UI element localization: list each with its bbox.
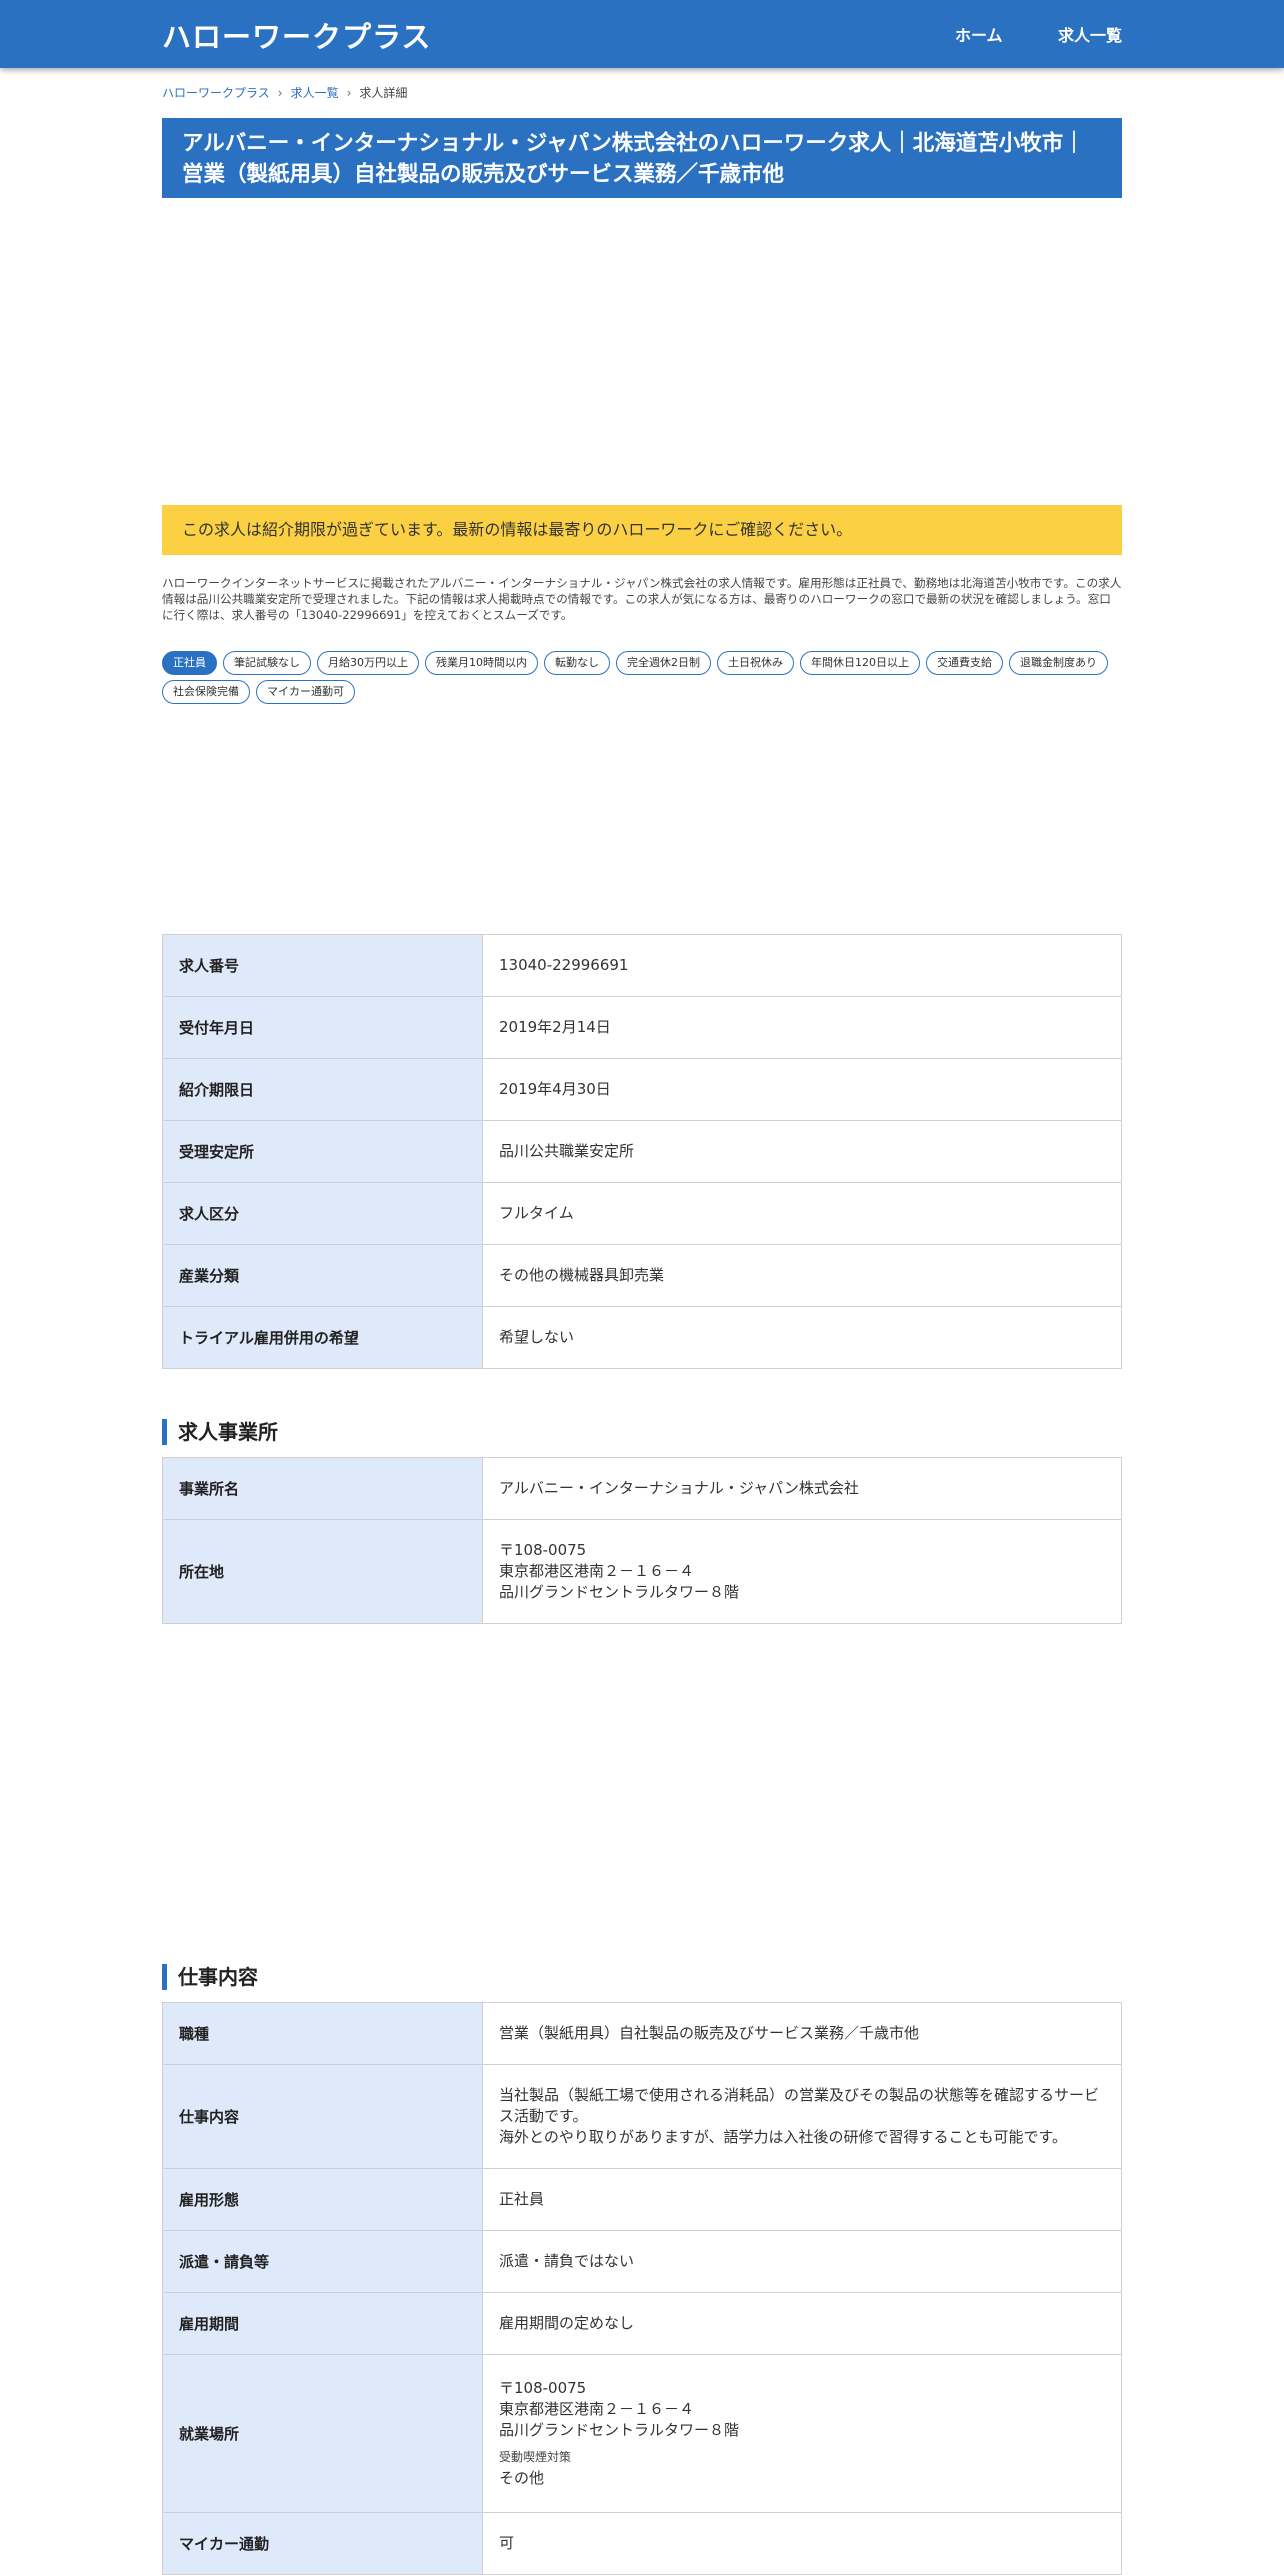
table-row: トライアル雇用併用の希望 希望しない <box>162 1306 1122 1369</box>
row-value: 品川公共職業安定所 <box>482 1120 1122 1183</box>
row-value: 2019年4月30日 <box>482 1058 1122 1121</box>
table-row: 就業場所 〒108-0075 東京都港区港南２－１６－４ 品川グランドセントラルタワー… <box>162 2354 1122 2513</box>
row-label: 受理安定所 <box>162 1120 483 1183</box>
row-label: 求人区分 <box>162 1182 483 1245</box>
job-info-table: 職種 営業（製紙用具）自社製品の販売及びサービス業務／千歳市他 仕事内容 当社製品（… <box>162 2002 1122 2575</box>
smoking-label: 受動喫煙対策 <box>499 2450 572 2464</box>
expired-notice: この求人は紹介期限が過ぎています。最新の情報は最寄りのハローワークにご確認くださ… <box>162 505 1122 555</box>
table-row: 事業所名 アルバニー・インターナショナル・ジャパン株式会社 <box>162 1457 1122 1520</box>
smoking-value: その他 <box>499 2469 545 2487</box>
office-info-table: 事業所名 アルバニー・インターナショナル・ジャパン株式会社 所在地 〒108-007… <box>162 1457 1122 1624</box>
tag-item[interactable]: 正社員 <box>162 651 217 675</box>
car-commute: 可 <box>482 2512 1122 2575</box>
section-heading-office: 求人事業所 <box>162 1419 278 1445</box>
job-description-summary: ハローワークインターネットサービスに掲載されたアルバニー・インターナショナル・ジ… <box>162 576 1122 622</box>
tag-item[interactable]: 月給30万円以上 <box>317 651 419 675</box>
row-value: 希望しない <box>482 1306 1122 1369</box>
row-label: 受付年月日 <box>162 996 483 1059</box>
page-title: アルバニー・インターナショナル・ジャパン株式会社のハローワーク求人｜北海道苫小牧… <box>162 118 1122 198</box>
row-value: フルタイム <box>482 1182 1122 1245</box>
row-label: 派遣・請負等 <box>162 2230 483 2293</box>
chevron-right-icon: › <box>277 85 283 100</box>
tag-item[interactable]: 年間休日120日以上 <box>800 651 920 675</box>
row-label: トライアル雇用併用の希望 <box>162 1306 483 1369</box>
chevron-right-icon: › <box>346 85 352 100</box>
row-label: 就業場所 <box>162 2354 483 2513</box>
table-row: マイカー通勤可 <box>162 2512 1122 2575</box>
row-label: 雇用形態 <box>162 2168 483 2231</box>
table-row: 受付年月日 2019年2月14日 <box>162 996 1122 1059</box>
row-label: 産業分類 <box>162 1244 483 1307</box>
row-label: 仕事内容 <box>162 2064 483 2169</box>
row-value: 13040-22996691 <box>482 934 1122 997</box>
table-row: 雇用形態 正社員 <box>162 2168 1122 2231</box>
table-row: 紹介期限日 2019年4月30日 <box>162 1058 1122 1121</box>
office-name: アルバニー・インターナショナル・ジャパン株式会社 <box>482 1457 1122 1520</box>
work-location: 〒108-0075 東京都港区港南２－１６－４ 品川グランドセントラルタワー８階 受動… <box>482 2354 1122 2513</box>
row-label: 雇用期間 <box>162 2292 483 2355</box>
tag-item[interactable]: 残業月10時間以内 <box>425 651 538 675</box>
table-row: 雇用期間 雇用期間の定めなし <box>162 2292 1122 2355</box>
row-value: その他の機械器具卸売業 <box>482 1244 1122 1307</box>
table-row: 派遣・請負等 派遣・請負ではない <box>162 2230 1122 2293</box>
tag-item[interactable]: 転勤なし <box>544 651 610 675</box>
breadcrumb-current: 求人詳細 <box>359 86 408 100</box>
site-logo[interactable]: ハローワークプラス <box>162 14 431 56</box>
row-label: 所在地 <box>162 1519 483 1624</box>
tag-item[interactable]: 土日祝休み <box>717 651 794 675</box>
table-row: 求人番号 13040-22996691 <box>162 934 1122 997</box>
tag-item[interactable]: 筆記試験なし <box>223 651 311 675</box>
site-header: ハローワークプラス ホーム 求人一覧 <box>0 0 1284 68</box>
row-label: 紹介期限日 <box>162 1058 483 1121</box>
dispatch-status: 派遣・請負ではない <box>482 2230 1122 2293</box>
tag-item[interactable]: 退職金制度あり <box>1009 651 1108 675</box>
job-type: 営業（製紙用具）自社製品の販売及びサービス業務／千歳市他 <box>482 2002 1122 2065</box>
row-label: 求人番号 <box>162 934 483 997</box>
employment-period: 雇用期間の定めなし <box>482 2292 1122 2355</box>
table-row: 仕事内容 当社製品（製紙工場で使用される消耗品）の営業及びその製品の状態等を確認す… <box>162 2064 1122 2169</box>
feature-tags: 正社員 筆記試験なし 月給30万円以上 残業月10時間以内 転勤なし 完全週休2日制 土日祝… <box>162 651 1122 709</box>
tag-item[interactable]: マイカー通勤可 <box>256 680 355 704</box>
table-row: 職種 営業（製紙用具）自社製品の販売及びサービス業務／千歳市他 <box>162 2002 1122 2065</box>
row-label: マイカー通勤 <box>162 2512 483 2575</box>
row-label: 職種 <box>162 2002 483 2065</box>
row-value: 2019年2月14日 <box>482 996 1122 1059</box>
row-label: 事業所名 <box>162 1457 483 1520</box>
office-address: 〒108-0075 東京都港区港南２－１６－４ 品川グランドセントラルタワー８階 <box>482 1519 1122 1624</box>
table-row: 所在地 〒108-0075 東京都港区港南２－１６－４ 品川グランドセントラルタワー８… <box>162 1519 1122 1624</box>
employment-type: 正社員 <box>482 2168 1122 2231</box>
nav-home[interactable]: ホーム <box>955 22 1003 46</box>
tag-item[interactable]: 社会保険完備 <box>162 680 250 704</box>
table-row: 受理安定所 品川公共職業安定所 <box>162 1120 1122 1183</box>
nav-job-list[interactable]: 求人一覧 <box>1058 22 1122 46</box>
tag-item[interactable]: 交通費支給 <box>926 651 1003 675</box>
job-content: 当社製品（製紙工場で使用される消耗品）の営業及びその製品の状態等を確認するサービ… <box>482 2064 1122 2169</box>
table-row: 産業分類 その他の機械器具卸売業 <box>162 1244 1122 1307</box>
tag-item[interactable]: 完全週休2日制 <box>616 651 711 675</box>
breadcrumb: ハローワークプラス › 求人一覧 › 求人詳細 <box>162 84 407 101</box>
breadcrumb-home[interactable]: ハローワークプラス <box>162 86 270 100</box>
breadcrumb-job-list[interactable]: 求人一覧 <box>291 86 339 100</box>
basic-info-table: 求人番号 13040-22996691 受付年月日 2019年2月14日 紹介期限日… <box>162 934 1122 1369</box>
section-heading-job: 仕事内容 <box>162 1964 258 1990</box>
table-row: 求人区分 フルタイム <box>162 1182 1122 1245</box>
